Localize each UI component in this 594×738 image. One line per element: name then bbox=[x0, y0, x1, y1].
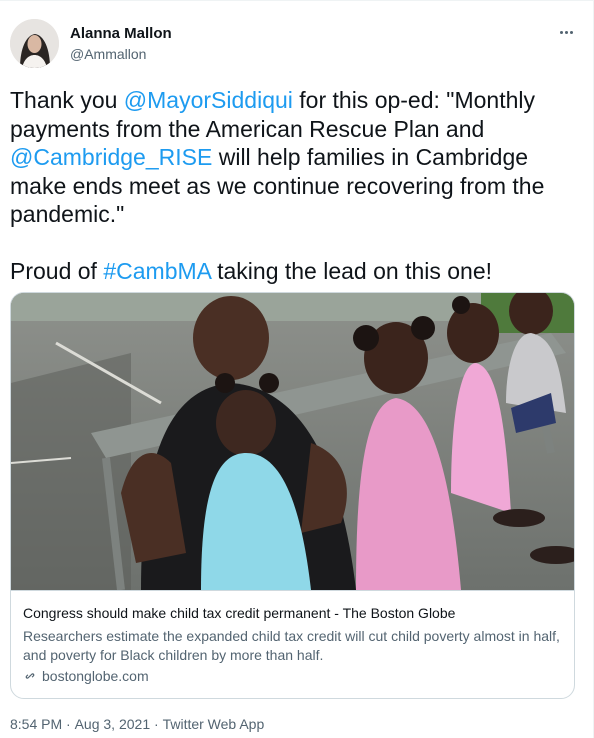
card-image[interactable] bbox=[11, 293, 574, 591]
link-preview-card[interactable]: Congress should make child tax credit pe… bbox=[10, 292, 575, 699]
mention-cambridge-rise[interactable]: @Cambridge_RISE bbox=[10, 144, 212, 170]
meta-separator: · bbox=[62, 716, 75, 732]
avatar-photo-icon bbox=[10, 19, 59, 68]
card-divider bbox=[11, 590, 574, 591]
more-dot-icon bbox=[564, 30, 568, 34]
family-photo-icon bbox=[11, 293, 574, 591]
more-options-button[interactable] bbox=[554, 20, 578, 44]
more-dot-icon bbox=[559, 30, 563, 34]
more-dot-icon bbox=[569, 30, 573, 34]
tweet-date[interactable]: Aug 3, 2021 bbox=[75, 716, 151, 732]
card-domain: bostonglobe.com bbox=[23, 668, 149, 684]
meta-separator: · bbox=[150, 716, 163, 732]
tweet-text-segment: taking the lead on this one! bbox=[210, 257, 493, 284]
tweet-time[interactable]: 8:54 PM bbox=[10, 716, 62, 732]
author-handle[interactable]: @Ammallon bbox=[70, 46, 146, 62]
tweet-source[interactable]: Twitter Web App bbox=[163, 716, 265, 732]
link-icon bbox=[25, 673, 35, 679]
tweet-text-segment: Thank you bbox=[10, 87, 124, 113]
card-title[interactable]: Congress should make child tax credit pe… bbox=[23, 605, 563, 621]
tweet-paragraph-2: Proud of #CambMA taking the lead on this… bbox=[10, 257, 580, 286]
hashtag-cambma[interactable]: #CambMA bbox=[103, 258, 210, 284]
card-domain-text: bostonglobe.com bbox=[42, 668, 149, 684]
card-description: Researchers estimate the expanded child … bbox=[23, 628, 560, 663]
mention-mayorsiddiqui[interactable]: @MayorSiddiqui bbox=[124, 87, 293, 113]
avatar[interactable] bbox=[10, 19, 59, 68]
tweet-meta: 8:54 PM · Aug 3, 2021 · Twitter Web App bbox=[10, 716, 264, 732]
tweet-text-segment: Proud of bbox=[10, 257, 104, 284]
author-name[interactable]: Alanna Mallon bbox=[70, 25, 172, 42]
top-border bbox=[0, 0, 594, 1]
tweet-paragraph-1: Thank you @MayorSiddiqui for this op-ed:… bbox=[10, 86, 580, 229]
tweet-text: Thank you @MayorSiddiqui for this op-ed:… bbox=[10, 86, 580, 285]
